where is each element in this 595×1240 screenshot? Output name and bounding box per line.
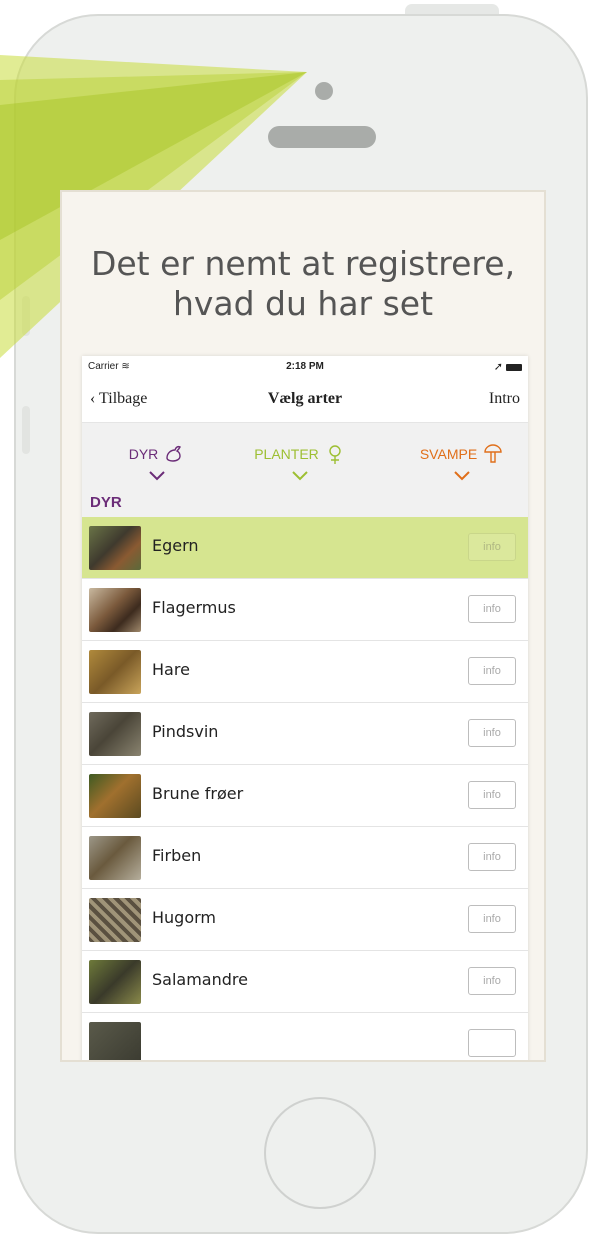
status-time: 2:18 PM [286, 361, 324, 372]
species-thumbnail [89, 588, 141, 632]
species-thumbnail [89, 1022, 141, 1060]
status-bar: Carrier ≋ 2:18 PM ➚ [82, 356, 528, 378]
chevron-left-icon: ‹ [90, 390, 96, 407]
info-button[interactable]: info [468, 595, 516, 623]
promo-headline-line1: Det er nemt at registrere, [90, 244, 516, 283]
phone-screen: Det er nemt at registrere, hvad du har s… [60, 190, 546, 1062]
species-thumbnail [89, 836, 141, 880]
species-name: Salamandre [152, 970, 248, 989]
phone-volume-button [22, 406, 30, 454]
section-label: DYR [90, 494, 122, 511]
species-row-egern[interactable]: Egern info [82, 517, 528, 579]
info-button[interactable]: info [468, 781, 516, 809]
species-thumbnail [89, 960, 141, 1004]
app-screenshot: Carrier ≋ 2:18 PM ➚ ‹ Tilbage Vælg arter… [82, 356, 528, 1060]
phone-side-button [22, 296, 30, 336]
back-label: Tilbage [99, 390, 148, 407]
category-tab-dyr[interactable]: DYR [112, 443, 202, 481]
species-name: Egern [152, 536, 199, 555]
species-row-salamandre[interactable]: Salamandre info [82, 951, 528, 1013]
earpiece-speaker [268, 126, 376, 148]
promo-headline: Det er nemt at registrere, hvad du har s… [62, 244, 544, 324]
info-button[interactable]: info [468, 905, 516, 933]
status-right: ➚ [494, 360, 522, 373]
info-button[interactable]: info [468, 657, 516, 685]
promo-headline-line2: hvad du har set [172, 284, 434, 323]
species-name: Brune frøer [152, 784, 244, 803]
species-list: Egern info Flagermus info Hare info Pind… [82, 517, 528, 1060]
species-thumbnail [89, 898, 141, 942]
front-camera [315, 82, 333, 100]
species-thumbnail [89, 774, 141, 818]
chevron-down-icon [149, 471, 165, 481]
species-name: Pindsvin [152, 722, 219, 741]
info-button[interactable]: info [468, 719, 516, 747]
flower-icon [329, 445, 341, 464]
info-button[interactable] [468, 1029, 516, 1057]
home-button[interactable] [264, 1097, 376, 1209]
species-thumbnail [89, 650, 141, 694]
rabbit-icon [166, 445, 182, 462]
species-row-hugorm[interactable]: Hugorm info [82, 889, 528, 951]
back-button[interactable]: ‹ Tilbage [90, 390, 147, 408]
category-label-planter: PLANTER [254, 446, 319, 462]
species-name: Firben [152, 846, 202, 865]
location-arrow-icon: ➚ [493, 361, 503, 373]
species-name: Hare [152, 660, 190, 679]
species-row-partial[interactable] [82, 1013, 528, 1060]
species-name: Hugorm [152, 908, 216, 927]
species-row-brune-froer[interactable]: Brune frøer info [82, 765, 528, 827]
species-thumbnail [89, 526, 141, 570]
info-button[interactable]: info [468, 533, 516, 561]
navigation-bar: ‹ Tilbage Vælg arter Intro [82, 378, 528, 423]
battery-icon [506, 363, 522, 371]
mushroom-icon [484, 444, 502, 463]
category-label-svampe: SVAMPE [419, 446, 478, 462]
category-label-dyr: DYR [128, 446, 159, 462]
species-row-hare[interactable]: Hare info [82, 641, 528, 703]
species-row-pindsvin[interactable]: Pindsvin info [82, 703, 528, 765]
species-row-firben[interactable]: Firben info [82, 827, 528, 889]
category-tab-planter[interactable]: PLANTER [240, 443, 360, 481]
category-tabs: DYR PLANTER SVAMPE DYR [82, 423, 528, 517]
info-button[interactable]: info [468, 843, 516, 871]
chevron-down-icon [292, 471, 308, 481]
species-thumbnail [89, 712, 141, 756]
info-button[interactable]: info [468, 967, 516, 995]
intro-button[interactable]: Intro [489, 390, 520, 408]
category-tab-svampe[interactable]: SVAMPE [402, 443, 522, 481]
species-name: Flagermus [152, 598, 236, 617]
nav-title: Vælg arter [267, 390, 343, 407]
species-row-flagermus[interactable]: Flagermus info [82, 579, 528, 641]
chevron-down-icon [454, 471, 470, 481]
